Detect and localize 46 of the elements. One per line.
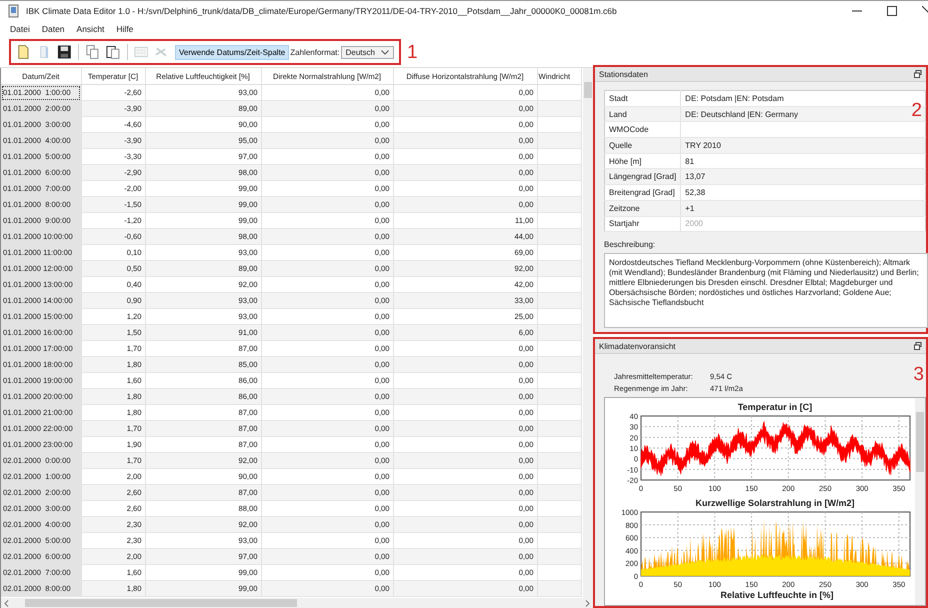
chart-scrollbar[interactable] <box>915 398 925 605</box>
document-icon[interactable] <box>16 44 31 60</box>
field-label: Breitengrad [Grad] <box>604 184 681 200</box>
panel-title: Stationsdaten <box>599 70 648 78</box>
field-label: Längengrad [Grad] <box>604 168 681 185</box>
description-label: Beschreibung: <box>604 240 656 250</box>
date-column-toggle[interactable]: Verwende Datums/Zeit-Spalte <box>174 44 290 60</box>
field-value: 52,38 <box>685 188 706 197</box>
menu-item[interactable]: Daten <box>42 24 65 34</box>
field-value: +1 <box>685 204 694 213</box>
field-label: Zeitzone <box>604 200 681 216</box>
app-icon <box>7 4 21 18</box>
field-value: 81 <box>685 156 694 166</box>
number-format-dropdown[interactable]: Deutsch <box>340 46 394 58</box>
field-label: Quelle <box>604 138 681 154</box>
field-label: Startjahr <box>604 216 681 232</box>
field-value: DE: Potsdam |EN: Potsdam <box>685 94 784 103</box>
menu-item[interactable]: Datei <box>10 24 30 34</box>
callout-number: 1 <box>407 42 418 62</box>
field-value: 2000 <box>685 219 703 228</box>
callout-number: 3 <box>913 365 924 384</box>
field-value: DE: Deutschland |EN: Germany <box>685 110 798 119</box>
maximize-icon[interactable] <box>887 6 897 16</box>
scroll-right-icon[interactable] <box>585 600 590 606</box>
chart-title: Kurzwellige Solarstrahlung in [W/m2] <box>695 498 855 508</box>
number-format-label: Zahlenformat: <box>290 48 340 56</box>
scroll-left-icon[interactable] <box>4 600 9 606</box>
menu-item[interactable]: Hilfe <box>116 24 134 34</box>
undock-icon[interactable] <box>914 342 922 350</box>
field-value: TRY 2010 <box>685 140 721 150</box>
description-field[interactable]: Nordostdeutsches Tiefland Mecklenburg-Vorpommern (ohne Küstenbereich); Altmark (mit Wendland); Bundesländer Brandenburg (mit Fläming und Niederlausitz) und Berlin; mittlere Elbniederungen bis Dresden einschl. Dresdner Elbtal; Magdeburger und Obersächsische Börden; nordöstiches und östliches Harzvorland; Goldene Aue; Sächsische Tieflandsbucht <box>604 253 928 328</box>
chart-title: Relative Luftfeuchte in [%] <box>719 590 834 600</box>
window-title: IBK Climate Data Editor 1.0 - H:/svn/Delphin6_trunk/data/DB_climate/Europe/Germany/TRY2011/DE-04-TRY-2010__Potsdam__Jahr_00000K0_00081m.c6b <box>26 6 617 16</box>
undock-icon[interactable] <box>914 70 922 78</box>
horizontal-scrollbar[interactable] <box>1 598 593 608</box>
callout-number: 2 <box>911 101 922 120</box>
field-label: Stadt <box>604 90 681 106</box>
panel-title: Klimadatenvoransicht <box>599 342 676 350</box>
chart-title: Temperatur in [C] <box>738 402 812 412</box>
field-label: Land <box>604 106 681 122</box>
menu-item[interactable]: Ansicht <box>76 24 104 34</box>
caret-icon <box>380 50 389 54</box>
vertical-scrollbar[interactable] <box>583 68 593 598</box>
clipboard-icon[interactable] <box>106 44 121 60</box>
copy-icon[interactable] <box>85 44 100 60</box>
field-value: 13,07 <box>685 172 706 182</box>
